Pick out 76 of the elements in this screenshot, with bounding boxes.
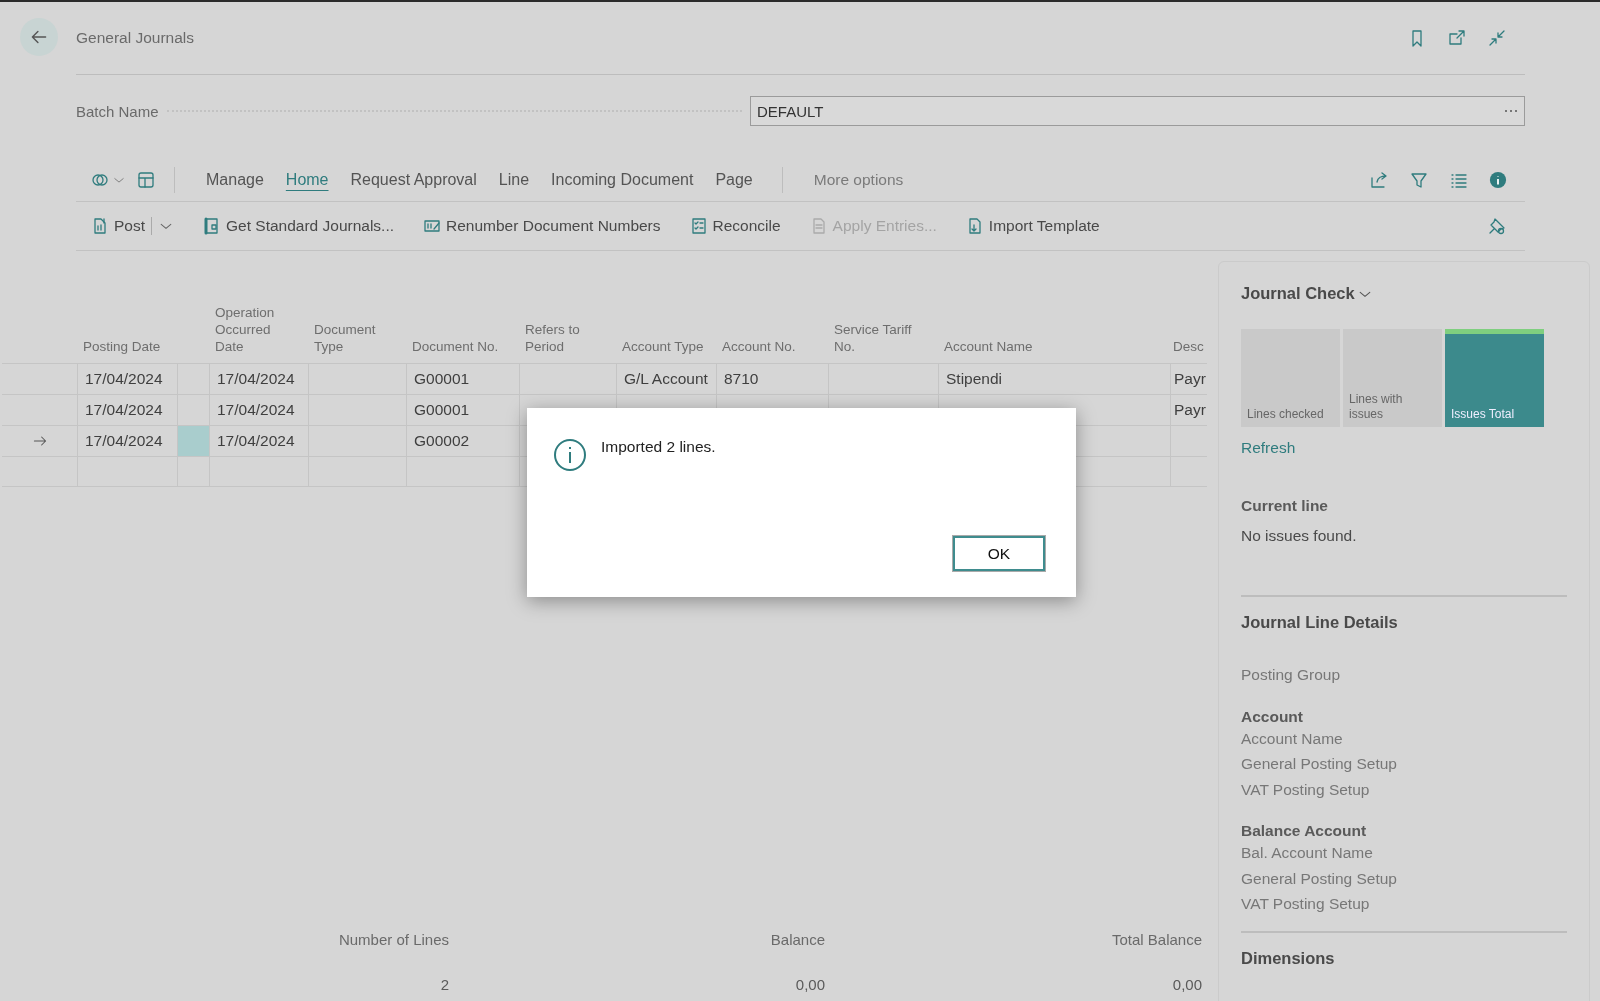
dialog-message: Imported 2 lines. [601,438,716,456]
more-icon [1504,109,1518,113]
table-cell: 17/04/2024 [77,363,177,394]
column-header[interactable]: Service Tariff No. [828,303,938,363]
share-icon [1369,170,1389,190]
column-header[interactable]: Account No. [716,303,828,363]
panel-title: Journal Check [1241,284,1355,303]
info-icon[interactable] [1489,171,1507,189]
total-value: 2 [439,976,449,993]
status-tile[interactable]: Issues Total [1445,334,1544,427]
section-title: Dimensions [1241,948,1336,968]
total-label: Balance [769,931,825,948]
page-title: General Journals [76,29,195,47]
status-tile[interactable]: Lines checked [1241,329,1340,427]
action-button[interactable]: Import Template [964,216,1100,236]
column-header[interactable]: Document No. [406,303,519,363]
column-header[interactable]: Desc [1170,303,1207,363]
table-cell: Payr [1170,394,1207,425]
detail-item: General Posting Setup [1241,754,1398,774]
batch-name-label: Batch Name [76,102,159,120]
column-header[interactable]: Document Type [308,303,406,363]
action-tab[interactable]: Incoming Document [540,167,705,193]
table-cell: 17/04/2024 [209,363,308,394]
total-value: 0,00 [794,976,825,993]
column-header[interactable]: Account Type [616,303,716,363]
section-heading: Current line [1241,497,1329,515]
back-button[interactable] [20,18,58,56]
info-icon [553,438,587,472]
action-button[interactable]: Post [90,216,145,236]
total-label: Number of Lines [337,931,449,948]
section-title: Journal Line Details [1241,613,1399,632]
open-in-new-window-icon [1447,28,1467,48]
table-cell: G00002 [406,425,519,456]
table-cell [177,456,209,487]
action-button[interactable]: Get Standard Journals... [202,216,395,236]
filter-icon [1409,170,1429,190]
total-value: 0,00 [1171,976,1202,993]
table-cell: 8710 [716,363,828,394]
layout-icon [136,170,156,190]
collapse-icon [1487,28,1507,48]
action-tab[interactable]: Page [704,167,764,193]
detail-item: Bal. Account Name [1241,843,1374,863]
table-cell: G00001 [406,394,519,425]
refresh-link[interactable]: Refresh [1241,439,1296,457]
table-cell: Payr [1170,363,1207,394]
table-cell: G/L Account [616,363,716,394]
detail-item: VAT Posting Setup [1241,779,1371,800]
status-tile[interactable]: Lines with issues [1343,329,1442,427]
column-header[interactable]: Operation Occurred Date [209,303,308,363]
action-tab[interactable]: Line [487,167,541,193]
detail-item: Posting Group [1241,665,1342,685]
detail-item: General Posting Setup [1241,868,1398,889]
table-cell: 17/04/2024 [209,394,308,425]
unpin-icon [1487,216,1507,236]
total-label: Total Balance [1110,931,1202,948]
table-cell: G00001 [406,363,519,394]
group-heading: Account [1241,707,1304,726]
table-cell: 17/04/2024 [209,425,308,456]
current-row-arrow-icon [31,433,48,449]
status-text: No issues found. [1241,527,1358,545]
column-header[interactable]: Account Name [938,303,1170,363]
action-tab[interactable]: Manage [195,167,275,193]
group-heading: Balance Account [1241,822,1368,840]
action-button[interactable]: Renumber Document Numbers [422,216,661,236]
action-button[interactable]: Reconcile [688,216,781,236]
detail-item: Account Name [1241,728,1344,749]
more-options-tab[interactable]: More options [802,167,915,193]
action-tab[interactable]: Request Approval [339,167,488,193]
action-tab[interactable]: Home [274,167,340,193]
ok-button[interactable]: OK [953,536,1045,571]
column-header[interactable]: Posting Date [77,303,177,363]
table-cell: 17/04/2024 [77,394,177,425]
table-cell: Stipendi [938,363,1170,394]
detail-item: VAT Posting Setup [1241,894,1371,914]
column-header[interactable]: Refers to Period [519,303,616,363]
batch-name-field[interactable]: DEFAULT [750,96,1525,126]
